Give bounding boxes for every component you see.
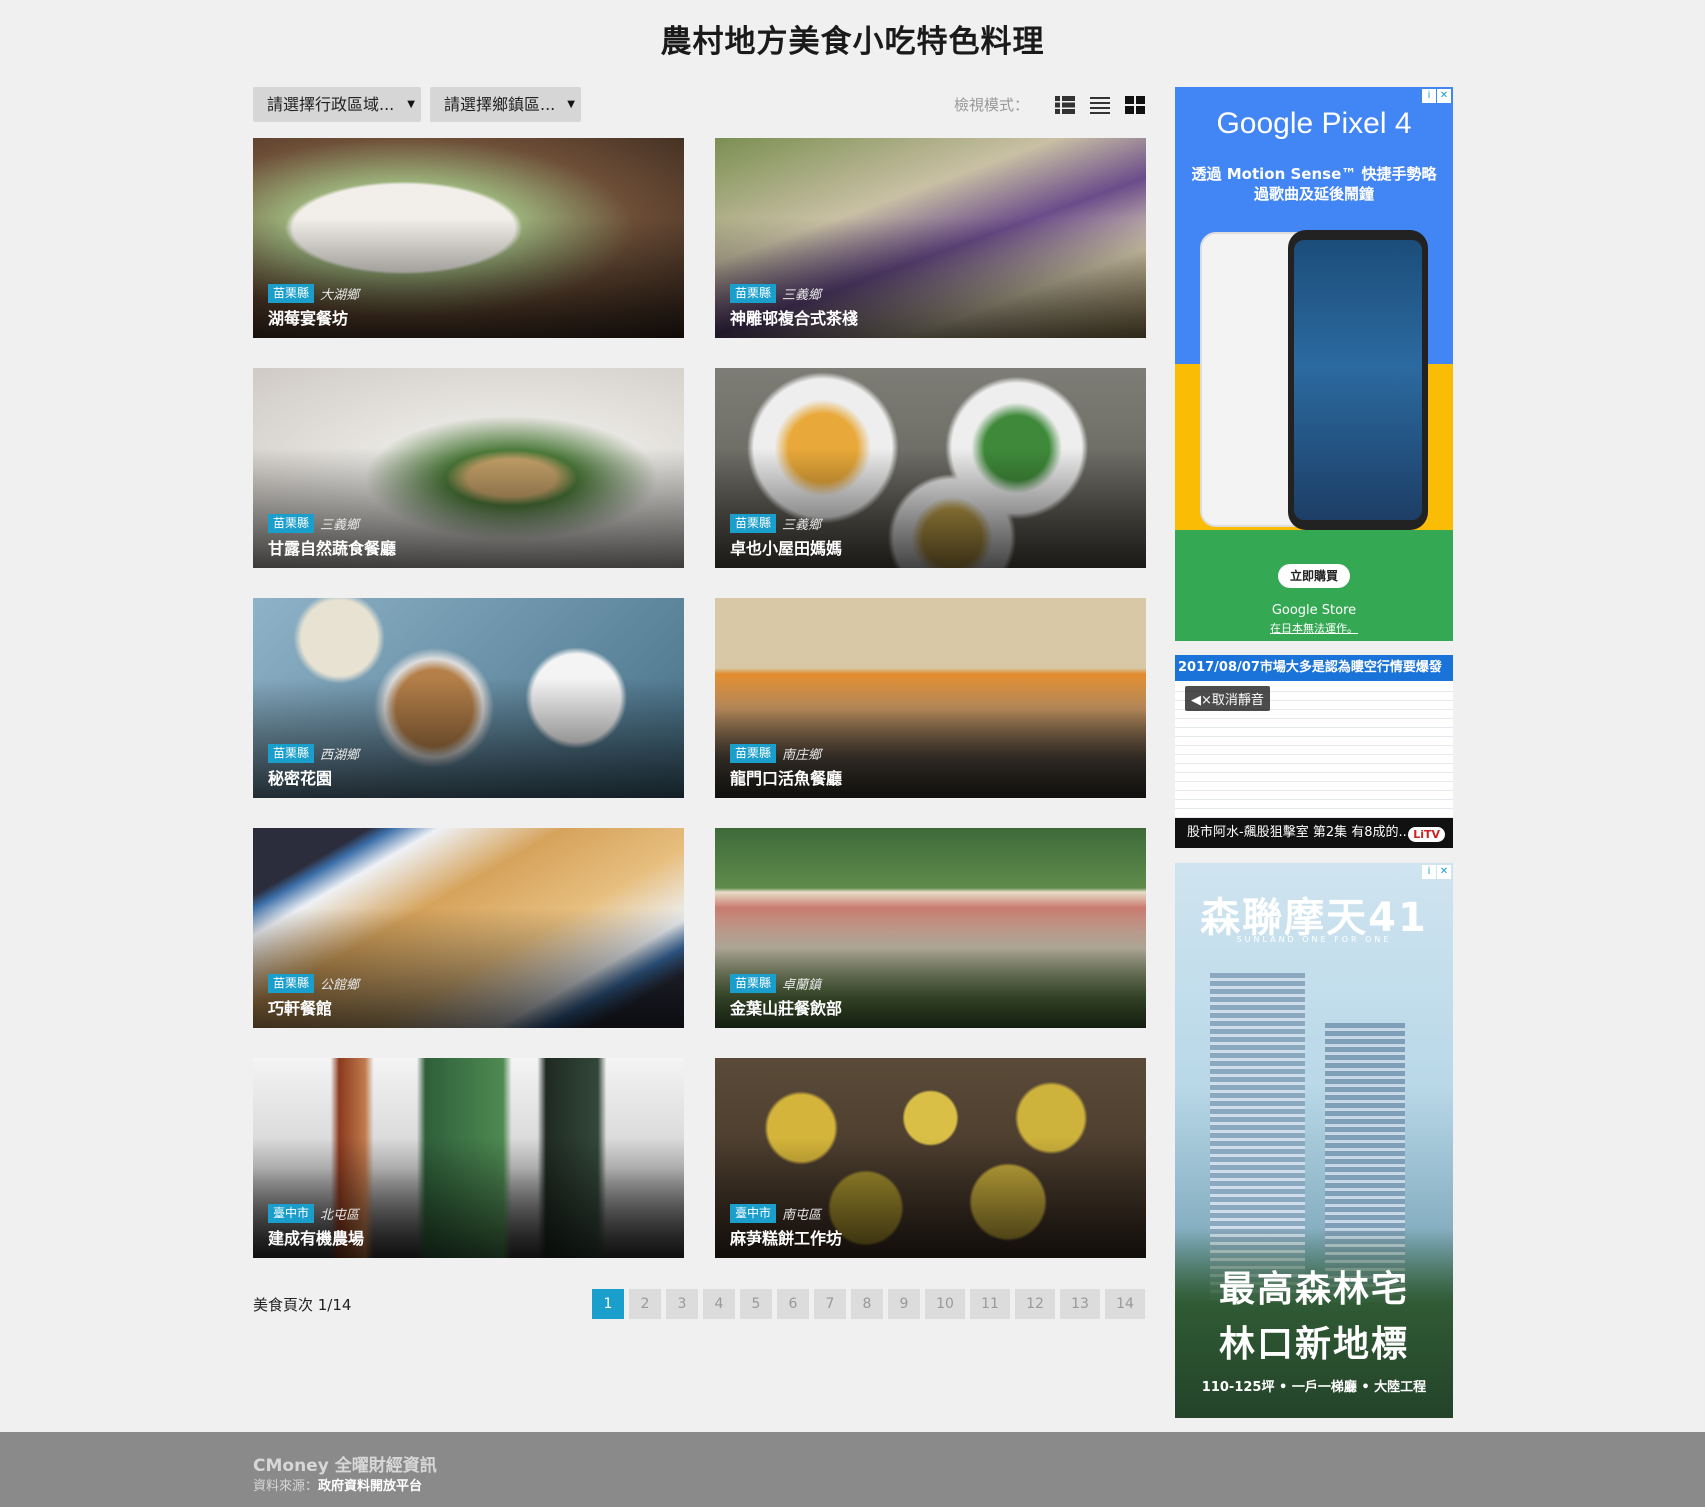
list-icon	[1090, 96, 1110, 114]
county-badge: 苗栗縣	[730, 514, 777, 533]
page-3-button[interactable]: 3	[666, 1289, 698, 1319]
district-select[interactable]: 請選擇行政區域... ▼	[253, 87, 421, 122]
town-label: 大湖鄉	[320, 288, 360, 303]
view-mode-label: 檢視模式：	[953, 96, 1029, 114]
food-grid: 苗栗縣 大湖鄉 湖莓宴餐坊 苗栗縣 三義鄉 神雕邨複合式茶棧 苗栗縣 三義鄉 甘露自然…	[253, 138, 1146, 1258]
township-select[interactable]: 請選擇鄉鎮區... ▼	[430, 87, 581, 122]
buy-now-button[interactable]: 立即購買	[1278, 564, 1350, 588]
page-13-button[interactable]: 13	[1060, 1289, 1100, 1319]
town-label: 南屯區	[782, 1208, 822, 1223]
footer-brand[interactable]: CMoney 全曜財經資訊	[253, 1451, 437, 1476]
video-headline: 2017/08/07市場大多是認為瞜空行情要爆發	[1175, 655, 1453, 681]
detail-list-icon	[1055, 95, 1075, 114]
filter-toolbar: 請選擇行政區域... ▼ 請選擇鄉鎮區... ▼ 檢視模式：	[253, 87, 1146, 122]
view-grid-button[interactable]	[1124, 94, 1146, 116]
restaurant-name: 神雕邨複合式茶棧	[730, 309, 859, 328]
food-card[interactable]: 苗栗縣 三義鄉 甘露自然蔬食餐廳	[253, 368, 684, 568]
litv-logo: LiTV	[1408, 827, 1445, 842]
restaurant-name: 金葉山莊餐飲部	[730, 999, 843, 1018]
restaurant-name: 湖莓宴餐坊	[268, 309, 349, 328]
page-2-button[interactable]: 2	[629, 1289, 661, 1319]
ad-store-note[interactable]: 在日本無法運作。	[1175, 620, 1453, 636]
restaurant-name: 龍門口活魚餐廳	[730, 769, 843, 788]
restaurant-name: 建成有機農場	[268, 1229, 365, 1248]
county-badge: 苗栗縣	[268, 974, 315, 993]
food-card[interactable]: 苗栗縣 三義鄉 神雕邨複合式茶棧	[715, 138, 1146, 338]
dropdown-arrow-icon: ▼	[407, 99, 415, 110]
ad-specs: 110-125坪 • 一戶一梯廳 • 大陸工程	[1201, 1380, 1427, 1395]
footer-source: 資料來源：政府資料開放平台	[253, 1475, 422, 1494]
page-5-button[interactable]: 5	[740, 1289, 772, 1319]
page-4-button[interactable]: 4	[703, 1289, 735, 1319]
town-label: 南庄鄉	[782, 748, 822, 763]
town-label: 卓蘭鎮	[782, 978, 822, 993]
page-8-button[interactable]: 8	[851, 1289, 883, 1319]
ad-slogan: 林口新地標	[1218, 1324, 1409, 1365]
food-card[interactable]: 苗栗縣 卓蘭鎮 金葉山莊餐飲部	[715, 828, 1146, 1028]
food-card[interactable]: 臺中市 北屯區 建成有機農場	[253, 1058, 684, 1258]
page-14-button[interactable]: 14	[1105, 1289, 1145, 1319]
page-7-button[interactable]: 7	[814, 1289, 846, 1319]
page-11-button[interactable]: 11	[970, 1289, 1010, 1319]
restaurant-name: 卓也小屋田媽媽	[730, 539, 843, 558]
page-10-button[interactable]: 10	[925, 1289, 965, 1319]
town-label: 三義鄉	[320, 518, 360, 533]
food-card[interactable]: 臺中市 南屯區 麻芛糕餅工作坊	[715, 1058, 1146, 1258]
county-badge: 苗栗縣	[730, 744, 777, 763]
ad-choices-icon[interactable]: i ✕	[1421, 865, 1451, 879]
county-badge: 臺中市	[730, 1204, 777, 1223]
food-card[interactable]: 苗栗縣 西湖鄉 秘密花園	[253, 598, 684, 798]
ad-store: Google Store	[1271, 603, 1357, 618]
page-9-button[interactable]: 9	[888, 1289, 920, 1319]
phone-image	[1288, 230, 1428, 530]
county-badge: 苗栗縣	[268, 284, 315, 303]
view-detail-list-button[interactable]	[1054, 94, 1076, 116]
township-select-value: 請選擇鄉鎮區...	[444, 95, 556, 114]
county-badge: 苗栗縣	[268, 744, 315, 763]
unmute-button[interactable]: ◀×取消靜音	[1185, 686, 1270, 711]
pagination: 1 2 3 4 5 6 7 8 9 10 11 12 13 14	[587, 1289, 1145, 1319]
ad-tagline: 透過 Motion Sense™ 快捷手勢略過歌曲及延後鬧鐘	[1191, 165, 1437, 203]
restaurant-name: 甘露自然蔬食餐廳	[268, 539, 397, 558]
ad-choices-icon[interactable]: i ✕	[1421, 89, 1451, 103]
county-badge: 苗栗縣	[730, 974, 777, 993]
dropdown-arrow-icon: ▼	[567, 99, 575, 110]
food-card[interactable]: 苗栗縣 南庄鄉 龍門口活魚餐廳	[715, 598, 1146, 798]
restaurant-name: 秘密花園	[268, 769, 333, 788]
page-6-button[interactable]: 6	[777, 1289, 809, 1319]
page-12-button[interactable]: 12	[1015, 1289, 1055, 1319]
ad-video[interactable]: 2017/08/07市場大多是認為瞜空行情要爆發 ◀×取消靜音 股市阿水-飆股狙…	[1175, 655, 1453, 848]
town-label: 三義鄉	[782, 518, 822, 533]
ad-banner-pixel[interactable]: i ✕ Google Pixel 4 透過 Motion Sense™ 快捷手勢略…	[1175, 87, 1453, 641]
food-card[interactable]: 苗栗縣 大湖鄉 湖莓宴餐坊	[253, 138, 684, 338]
ad-slogan: 最高森林宅	[1218, 1269, 1409, 1310]
town-label: 公館鄉	[320, 978, 360, 993]
food-card[interactable]: 苗栗縣 三義鄉 卓也小屋田媽媽	[715, 368, 1146, 568]
page-1-button[interactable]: 1	[592, 1289, 624, 1319]
page-title: 農村地方美食小吃特色料理	[660, 24, 1045, 60]
footer-source-label: 資料來源：	[253, 1479, 319, 1494]
grid-icon	[1125, 95, 1145, 114]
county-badge: 苗栗縣	[730, 284, 777, 303]
ad-brand-sub: SUNLAND ONE FOR ONE	[1236, 935, 1392, 944]
view-mode-switcher: 檢視模式：	[954, 87, 1146, 122]
town-label: 三義鄉	[782, 288, 822, 303]
view-list-button[interactable]	[1089, 94, 1111, 116]
food-card[interactable]: 苗栗縣 公館鄉 巧軒餐館	[253, 828, 684, 1028]
restaurant-name: 麻芛糕餅工作坊	[730, 1229, 843, 1248]
pagination-info: 美食頁次 1/14	[253, 1296, 352, 1314]
district-select-value: 請選擇行政區域...	[267, 95, 395, 114]
footer: CMoney 全曜財經資訊 資料來源：政府資料開放平台	[0, 1432, 1705, 1507]
footer-source-link[interactable]: 政府資料開放平台	[318, 1479, 422, 1494]
town-label: 西湖鄉	[320, 748, 360, 763]
county-badge: 苗栗縣	[268, 514, 315, 533]
town-label: 北屯區	[320, 1208, 360, 1223]
county-badge: 臺中市	[268, 1204, 315, 1223]
ad-brand: Google Pixel 4	[1216, 107, 1412, 140]
restaurant-name: 巧軒餐館	[268, 999, 333, 1018]
ad-banner-realestate[interactable]: i ✕ 森聯摩天41 SUNLAND ONE FOR ONE 最高森林宅 林口新地…	[1175, 863, 1453, 1418]
